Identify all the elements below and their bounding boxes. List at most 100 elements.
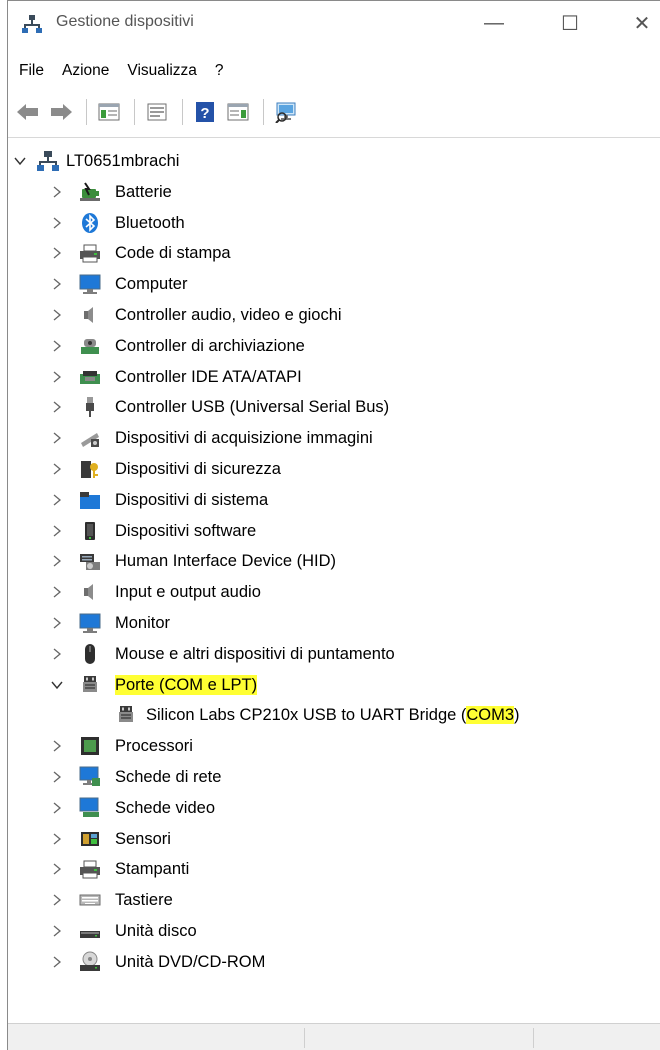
tree-category-row[interactable]: Sensori bbox=[8, 824, 660, 854]
device-tree[interactable]: LT0651mbrachi Batterie Bluetooth Code di st… bbox=[8, 137, 660, 1023]
expand-chevron-icon[interactable] bbox=[50, 462, 64, 476]
expand-chevron-icon[interactable] bbox=[50, 493, 64, 507]
menu-visualizza[interactable]: Visualizza bbox=[118, 57, 206, 85]
tree-category-row[interactable]: Porte (COM e LPT) bbox=[8, 670, 660, 700]
processor-icon bbox=[79, 735, 101, 757]
expand-chevron-icon[interactable] bbox=[50, 924, 64, 938]
show-hide-console-tree-icon[interactable] bbox=[94, 97, 124, 127]
tree-category-row[interactable]: Dispositivi software bbox=[8, 516, 660, 546]
tree-category-row[interactable]: Processori bbox=[8, 731, 660, 761]
tree-category-row[interactable]: Controller di archiviazione bbox=[8, 331, 660, 361]
tree-category-row[interactable]: Controller USB (Universal Serial Bus) bbox=[8, 392, 660, 422]
print-queue-icon bbox=[79, 242, 101, 264]
device-label-prefix: Silicon Labs CP210x USB to UART Bridge ( bbox=[146, 706, 467, 725]
svg-text:?: ? bbox=[200, 105, 209, 122]
tree-device-row[interactable]: Silicon Labs CP210x USB to UART Bridge (… bbox=[8, 700, 660, 730]
tree-category-row[interactable]: Schede video bbox=[8, 793, 660, 823]
tree-item-label: Sensori bbox=[115, 829, 171, 848]
expand-chevron-icon[interactable] bbox=[50, 185, 64, 199]
disk-drive-icon bbox=[79, 920, 101, 942]
expand-chevron-icon[interactable] bbox=[50, 216, 64, 230]
tree-category-row[interactable]: Computer bbox=[8, 269, 660, 299]
keyboard-icon bbox=[79, 889, 101, 911]
expand-chevron-icon[interactable] bbox=[50, 431, 64, 445]
expand-chevron-icon[interactable] bbox=[50, 308, 64, 322]
tree-item-label: Controller di archiviazione bbox=[115, 336, 305, 355]
collapse-chevron-icon[interactable] bbox=[13, 154, 27, 168]
scan-hardware-icon[interactable] bbox=[271, 97, 301, 127]
expand-chevron-icon[interactable] bbox=[50, 955, 64, 969]
tree-category-row[interactable]: Unità DVD/CD-ROM bbox=[8, 947, 660, 977]
tree-item-label: Porte (COM e LPT) bbox=[115, 674, 258, 695]
expand-chevron-icon[interactable] bbox=[50, 524, 64, 538]
tree-item-label: Schede di rete bbox=[115, 768, 222, 786]
device-manager-app-icon bbox=[22, 13, 42, 33]
tree-category-row[interactable]: Human Interface Device (HID) bbox=[8, 546, 660, 576]
expand-chevron-icon[interactable] bbox=[50, 585, 64, 599]
tree-category-row[interactable]: Unità disco bbox=[8, 916, 660, 946]
tree-item-label: Dispositivi di acquisizione immagini bbox=[115, 429, 373, 448]
close-button[interactable]: ✕ bbox=[616, 5, 660, 41]
expand-chevron-icon[interactable] bbox=[50, 277, 64, 291]
expand-chevron-icon[interactable] bbox=[50, 893, 64, 907]
tree-category-row[interactable]: Input e output audio bbox=[8, 577, 660, 607]
expand-chevron-icon[interactable] bbox=[50, 801, 64, 815]
tree-category-row[interactable]: Dispositivi di sicurezza bbox=[8, 454, 660, 484]
help-icon[interactable]: ? bbox=[190, 97, 220, 127]
device-label-suffix: ) bbox=[514, 706, 520, 725]
tree-category-row[interactable]: Dispositivi di sistema bbox=[8, 485, 660, 515]
expand-chevron-icon[interactable] bbox=[50, 339, 64, 353]
tree-category-row[interactable]: Dispositivi di acquisizione immagini bbox=[8, 423, 660, 453]
tree-category-row[interactable]: Controller audio, video e giochi bbox=[8, 300, 660, 330]
tree-category-row[interactable]: Tastiere bbox=[8, 885, 660, 915]
toolbar-separator bbox=[134, 99, 135, 125]
monitor-icon bbox=[79, 612, 101, 634]
expand-chevron-icon[interactable] bbox=[50, 554, 64, 568]
tree-item-label: Controller IDE ATA/ATAPI bbox=[115, 367, 302, 386]
tree-item-label: Batterie bbox=[115, 182, 172, 201]
expand-chevron-icon[interactable] bbox=[50, 246, 64, 260]
menu-azione[interactable]: Azione bbox=[53, 57, 118, 85]
storage-controller-icon bbox=[79, 335, 101, 357]
tree-category-row[interactable]: Stampanti bbox=[8, 854, 660, 884]
tree-category-row[interactable]: Bluetooth bbox=[8, 208, 660, 238]
expand-chevron-icon[interactable] bbox=[50, 770, 64, 784]
tree-category-row[interactable]: Schede di rete bbox=[8, 762, 660, 792]
expand-chevron-icon[interactable] bbox=[50, 616, 64, 630]
tree-item-label: Mouse e altri dispositivi di puntamento bbox=[115, 644, 395, 663]
tree-category-row[interactable]: Batterie bbox=[8, 177, 660, 207]
tree-root[interactable]: LT0651mbrachi bbox=[8, 146, 660, 176]
expand-chevron-icon[interactable] bbox=[50, 739, 64, 753]
maximize-button[interactable]: ☐ bbox=[544, 5, 596, 41]
tree-item-label: LT0651mbrachi bbox=[66, 152, 180, 170]
expand-chevron-icon[interactable] bbox=[50, 370, 64, 384]
menu-file[interactable]: File bbox=[8, 57, 53, 85]
action-pane-icon[interactable] bbox=[223, 97, 253, 127]
tree-item-label: Dispositivi software bbox=[115, 521, 257, 540]
tree-category-row[interactable]: Controller IDE ATA/ATAPI bbox=[8, 362, 660, 392]
minimize-button[interactable]: — bbox=[468, 5, 520, 41]
dvd-drive-icon bbox=[79, 951, 101, 973]
tree-item-label: Monitor bbox=[115, 614, 171, 632]
tree-item-label: Unità disco bbox=[115, 922, 197, 940]
port-icon bbox=[79, 674, 101, 696]
properties-icon[interactable] bbox=[142, 97, 172, 127]
toolbar-separator bbox=[182, 99, 183, 125]
menu-help[interactable]: ? bbox=[206, 57, 233, 85]
expand-chevron-icon[interactable] bbox=[50, 400, 64, 414]
expand-chevron-icon[interactable] bbox=[50, 832, 64, 846]
tree-category-row[interactable]: Monitor bbox=[8, 608, 660, 638]
title-bar[interactable]: Gestione dispositivi — ☐ ✕ bbox=[8, 1, 660, 45]
computer-icon bbox=[79, 273, 101, 295]
expand-chevron-icon[interactable] bbox=[50, 862, 64, 876]
expand-chevron-icon[interactable] bbox=[50, 647, 64, 661]
tree-category-row[interactable]: Code di stampa bbox=[8, 238, 660, 268]
forward-arrow-icon[interactable] bbox=[46, 97, 76, 127]
collapse-chevron-icon[interactable] bbox=[50, 678, 64, 692]
port-icon bbox=[115, 704, 137, 726]
back-arrow-icon[interactable] bbox=[13, 97, 43, 127]
tree-item-label: Human Interface Device (HID) bbox=[115, 552, 336, 571]
software-device-icon bbox=[79, 520, 101, 542]
tree-category-row[interactable]: Mouse e altri dispositivi di puntamento bbox=[8, 639, 660, 669]
sensor-icon bbox=[79, 828, 101, 850]
